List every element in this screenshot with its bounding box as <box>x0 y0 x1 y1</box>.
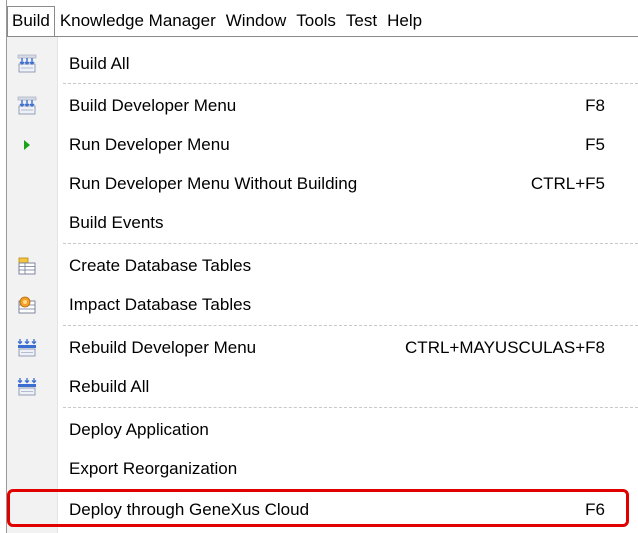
rebuild-developer-menu-icon <box>17 338 37 358</box>
menu-separator <box>63 407 638 408</box>
menu-item-rebuild-developer-menu[interactable]: Rebuild Developer Menu CTRL+MAYUSCULAS+F… <box>7 330 638 366</box>
menu-item-shortcut: CTRL+F5 <box>530 174 605 193</box>
menu-item-deploy-application[interactable]: Deploy Application <box>7 412 638 448</box>
menu-item-label: Run Developer Menu <box>69 135 230 154</box>
impact-database-tables-icon <box>17 295 37 315</box>
menu-item-label: Run Developer Menu Without Building <box>69 174 358 193</box>
highlight-annotation-box <box>7 489 629 527</box>
build-all-icon <box>17 54 37 74</box>
menu-item-label: Build Events <box>69 213 164 232</box>
menu-item-shortcut: F5 <box>585 135 605 154</box>
build-developer-menu-icon <box>17 96 37 116</box>
menu-separator <box>63 83 638 84</box>
run-triangle-icon <box>17 135 37 155</box>
menu-item-label: Build All <box>69 54 130 73</box>
menu-item-build-developer-menu[interactable]: Build Developer Menu F8 <box>7 88 638 124</box>
menu-item-label: Rebuild All <box>69 377 150 396</box>
menu-item-label: Create Database Tables <box>69 256 252 275</box>
menu-item-export-reorganization[interactable]: Export Reorganization <box>7 451 638 487</box>
menu-item-run-developer-menu[interactable]: Run Developer Menu F5 <box>7 127 638 163</box>
screenshot-page: Build Knowledge Manager Window Tools Tes… <box>0 0 638 533</box>
menu-item-label: Export Reorganization <box>69 459 238 478</box>
menu-item-shortcut: F8 <box>585 96 605 115</box>
menu-item-build-all[interactable]: Build All <box>7 46 638 82</box>
menubar-build[interactable]: Build <box>7 6 55 36</box>
menu-item-create-database-tables[interactable]: Create Database Tables <box>7 248 638 284</box>
build-dropdown-menu: Build All Build Developer Menu F8 Run De… <box>7 36 638 533</box>
create-database-tables-icon <box>17 256 37 276</box>
menu-item-impact-database-tables[interactable]: Impact Database Tables <box>7 287 638 323</box>
menu-separator <box>63 243 638 244</box>
menu-item-label: Deploy Application <box>69 420 209 439</box>
menu-item-label: Impact Database Tables <box>69 295 252 314</box>
menu-separator <box>63 325 638 326</box>
menu-item-shortcut: CTRL+MAYUSCULAS+F8 <box>405 338 605 357</box>
menu-item-label: Rebuild Developer Menu <box>69 338 257 357</box>
menubar-knowledge-manager[interactable]: Knowledge Manager <box>55 6 221 36</box>
rebuild-all-icon <box>17 377 37 397</box>
menu-item-rebuild-all[interactable]: Rebuild All <box>7 369 638 405</box>
menubar-test[interactable]: Test <box>341 6 382 36</box>
menu-bar: Build Knowledge Manager Window Tools Tes… <box>7 6 638 36</box>
menu-item-build-events[interactable]: Build Events <box>7 205 638 241</box>
menubar-help[interactable]: Help <box>382 6 427 36</box>
menu-item-run-without-building[interactable]: Run Developer Menu Without Building CTRL… <box>7 166 638 202</box>
menubar-tools[interactable]: Tools <box>291 6 341 36</box>
menubar-window[interactable]: Window <box>221 6 291 36</box>
menu-item-label: Build Developer Menu <box>69 96 237 115</box>
